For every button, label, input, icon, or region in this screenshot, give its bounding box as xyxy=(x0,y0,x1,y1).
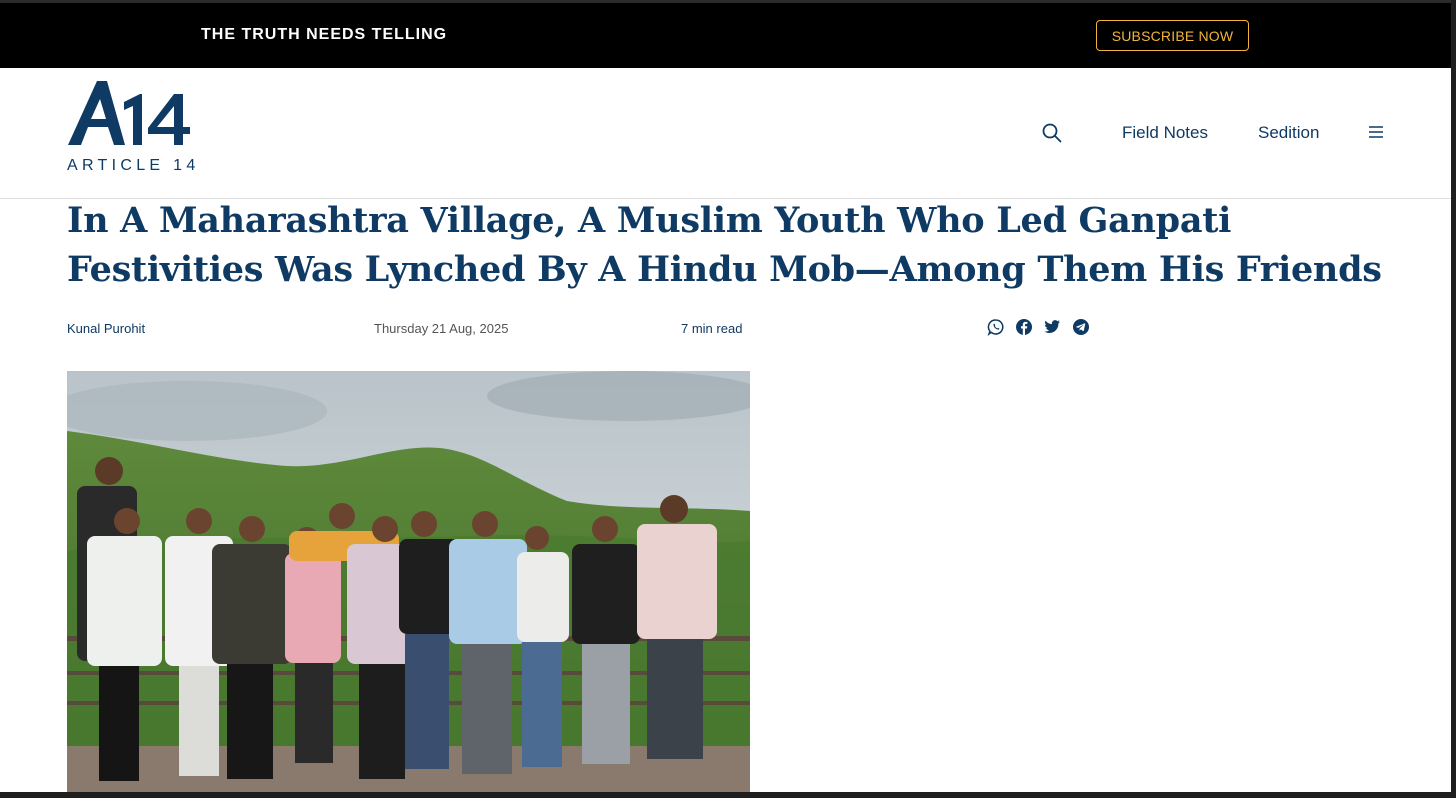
twitter-icon[interactable] xyxy=(1043,318,1061,336)
logo-wordmark: ARTICLE 14 xyxy=(67,157,200,174)
promo-bar: THE TRUTH NEEDS TELLING SUBSCRIBE NOW xyxy=(0,0,1451,68)
search-icon[interactable] xyxy=(1041,122,1063,144)
window-frame-bottom xyxy=(0,792,1456,798)
nav-link-sedition[interactable]: Sedition xyxy=(1258,123,1319,143)
whatsapp-icon[interactable] xyxy=(987,318,1005,336)
read-time: 7 min read xyxy=(681,321,743,336)
hamburger-menu-icon[interactable] xyxy=(1367,124,1385,140)
hero-image xyxy=(67,371,750,792)
facebook-icon[interactable] xyxy=(1015,318,1033,336)
telegram-icon[interactable] xyxy=(1072,318,1090,336)
author-name[interactable]: Kunal Purohit xyxy=(67,321,145,336)
subscribe-button[interactable]: SUBSCRIBE NOW xyxy=(1096,20,1249,51)
promo-tagline: THE TRUTH NEEDS TELLING xyxy=(201,26,448,43)
article-title: In A Maharashtra Village, A Muslim Youth… xyxy=(67,200,1382,290)
site-header: ARTICLE 14 Field Notes Sedition xyxy=(0,68,1451,199)
publish-date: Thursday 21 Aug, 2025 xyxy=(374,321,509,336)
browser-page: THE TRUTH NEEDS TELLING SUBSCRIBE NOW AR… xyxy=(0,0,1451,792)
window-frame-right xyxy=(1451,0,1456,798)
nav-link-field-notes[interactable]: Field Notes xyxy=(1122,123,1208,143)
